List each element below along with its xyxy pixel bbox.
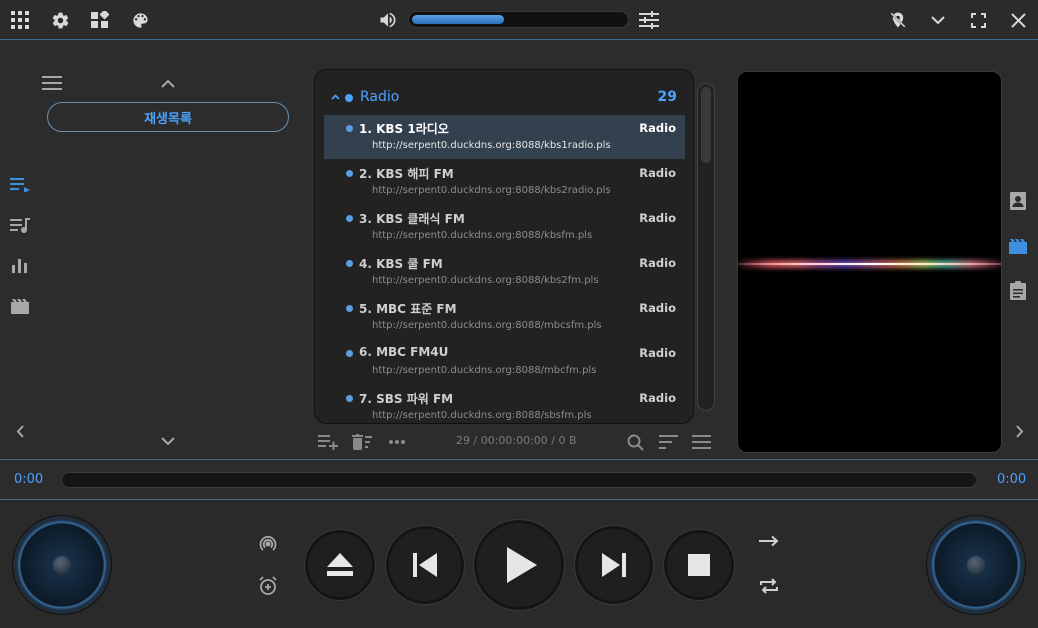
palette-icon[interactable] [129,9,151,31]
left-speaker [12,515,112,615]
queue-music-icon[interactable] [8,216,32,236]
item-dot [346,125,353,132]
item-type: Radio [639,211,676,225]
chevron-right-icon[interactable] [1010,421,1030,441]
chevron-down-icon[interactable] [927,9,949,31]
previous-icon [413,553,437,577]
volume-level [412,15,504,24]
item-title: 2. KBS 해피 FM [359,167,454,181]
podcast-icon[interactable] [256,533,280,555]
sort-icon[interactable] [656,432,680,452]
chevron-up-icon[interactable] [330,92,340,102]
list-item[interactable]: 2. KBS 해피 FM Radio http://serpent0.duckd… [324,160,685,204]
item-title: 5. MBC 표준 FM [359,302,457,316]
stop-button[interactable] [664,530,734,600]
chevron-left-icon[interactable] [10,421,30,441]
alarm-add-icon[interactable] [256,575,280,597]
playlist-button[interactable]: 재생목록 [47,102,289,132]
item-type: Radio [639,256,676,270]
list-item[interactable]: 7. SBS 파워 FM Radio http://serpent0.duckd… [324,385,685,423]
volume-icon[interactable] [377,9,399,31]
item-dot [346,350,353,357]
playlist-add-icon[interactable] [316,432,340,452]
delete-sweep-icon[interactable] [350,432,374,452]
list-item[interactable]: 5. MBC 표준 FM Radio http://serpent0.duckd… [324,295,685,339]
item-type: Radio [639,301,676,315]
right-speaker [926,515,1026,615]
item-type: Radio [639,391,676,405]
separator [0,459,1038,460]
menu-icon[interactable] [689,432,713,452]
list-item[interactable]: 3. KBS 클래식 FM Radio http://serpent0.duck… [324,205,685,249]
top-toolbar [0,0,1038,40]
list-item[interactable]: 4. KBS 쿨 FM Radio http://serpent0.duckdn… [324,250,685,294]
fullscreen-icon[interactable] [967,9,989,31]
playlist-scrollbar[interactable] [697,83,715,411]
total-time: 0:00 [997,472,1027,487]
widgets-icon[interactable] [89,9,111,31]
item-dot [346,260,353,267]
eject-button[interactable] [305,530,375,600]
item-dot [346,395,353,402]
item-dot [346,170,353,177]
equalizer-icon[interactable] [638,9,660,31]
previous-button[interactable] [386,526,464,604]
list-item[interactable]: 6. MBC FM4U Radio http://serpent0.duckdn… [324,340,685,384]
item-dot [346,305,353,312]
arrow-right-icon[interactable] [757,531,781,551]
contact-icon[interactable] [1007,190,1029,212]
item-title: 7. SBS 파워 FM [359,392,454,406]
more-horiz-icon[interactable] [385,432,409,452]
clipboard-icon[interactable] [1007,279,1029,301]
chevron-up-icon[interactable] [158,73,178,93]
item-type: Radio [639,166,676,180]
item-url: http://serpent0.duckdns.org:8088/sbsfm.p… [372,410,592,421]
movie-icon[interactable] [1007,235,1029,257]
item-type: Radio [639,121,676,135]
eject-icon [327,553,353,577]
volume-slider[interactable] [408,11,629,28]
item-title: 1. KBS 1라디오 [359,122,449,136]
stop-icon [688,554,710,576]
group-title: Radio [360,89,400,105]
next-button[interactable] [575,526,653,604]
item-url: http://serpent0.duckdns.org:8088/mbcfm.p… [372,365,597,376]
playlist-play-icon[interactable] [8,175,32,195]
play-icon [507,547,537,583]
group-header[interactable]: Radio 29 [315,84,693,112]
elapsed-time: 0:00 [14,472,44,487]
movie-icon[interactable] [8,296,32,316]
play-button[interactable] [474,520,564,610]
settings-gear-icon[interactable] [49,9,71,31]
item-title: 4. KBS 쿨 FM [359,257,443,271]
item-url: http://serpent0.duckdns.org:8088/mbcsfm.… [372,320,602,331]
item-title: 6. MBC FM4U [359,345,449,359]
close-icon[interactable] [1007,9,1029,31]
playlist-status: 29 / 00:00:00:00 / 0 B [456,434,577,447]
playlist-panel: Radio 29 1. KBS 1라디오 Radio http://serpen… [314,69,694,424]
list-item[interactable]: 1. KBS 1라디오 Radio http://serpent0.duckdn… [324,115,685,159]
visualizer-waveform-core [738,263,1001,265]
bar-chart-icon[interactable] [8,256,32,276]
next-icon [602,553,626,577]
item-dot [346,215,353,222]
item-url: http://serpent0.duckdns.org:8088/kbs2fm.… [372,275,599,286]
item-title: 3. KBS 클래식 FM [359,212,465,226]
item-type: Radio [639,346,676,360]
item-url: http://serpent0.duckdns.org:8088/kbs2rad… [372,185,611,196]
repeat-icon[interactable] [757,575,781,597]
apps-grid-icon[interactable] [9,9,31,31]
item-url: http://serpent0.duckdns.org:8088/kbs1rad… [372,140,611,151]
menu-icon[interactable] [40,72,64,94]
chevron-down-icon[interactable] [158,431,178,451]
group-dot [345,94,353,102]
location-off-icon[interactable] [887,9,909,31]
video-visualizer-panel[interactable] [737,71,1002,453]
item-url: http://serpent0.duckdns.org:8088/kbsfm.p… [372,230,593,241]
group-count: 29 [657,89,677,105]
scrollbar-thumb[interactable] [701,87,711,163]
search-icon[interactable] [624,432,646,452]
seek-bar[interactable] [61,472,977,488]
